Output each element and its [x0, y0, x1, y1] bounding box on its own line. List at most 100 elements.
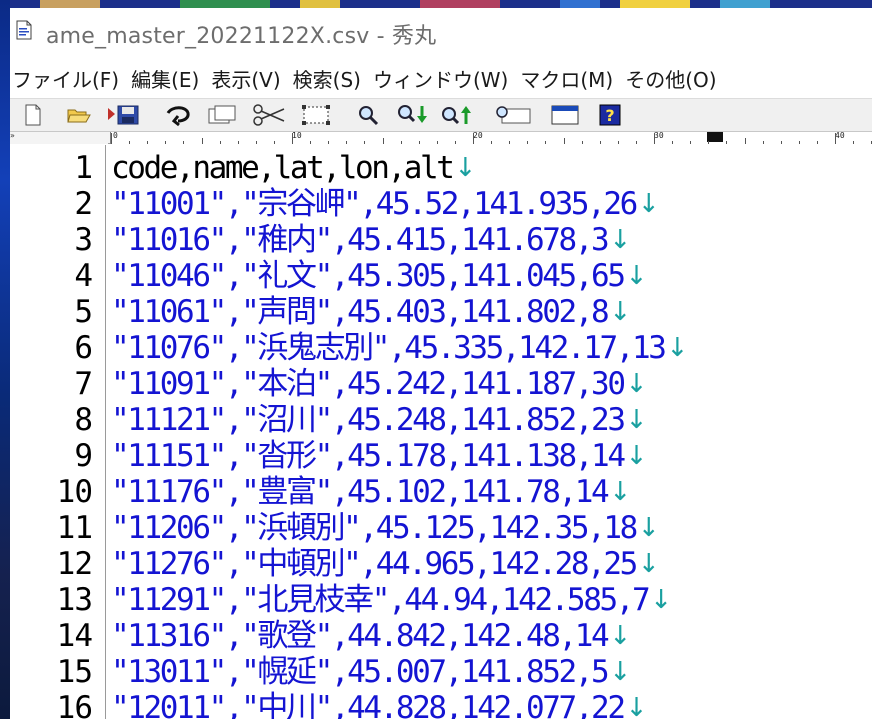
ruler-tick — [762, 141, 764, 144]
new-file-button[interactable] — [22, 103, 44, 127]
end-of-line-mark: ↓ — [609, 477, 632, 507]
ruler-tick — [364, 141, 366, 144]
ruler-cursor-marker — [707, 132, 723, 142]
editor-line[interactable]: 2 "11001","宗谷岬",45.52,141.935,26 ↓ — [10, 186, 872, 222]
end-of-line-mark: ↓ — [609, 621, 632, 651]
ruler-tick — [129, 141, 131, 144]
ruler-tick — [654, 133, 655, 144]
menu-macro[interactable]: マクロ(M) — [516, 62, 617, 96]
end-of-line-mark: ↓ — [637, 189, 660, 219]
ruler-label: 0 — [113, 131, 118, 140]
line-text: "11121","沼川",45.248,141.852,23 — [111, 402, 626, 438]
line-text: "12011","中川",44.828,142.077,22 — [111, 690, 626, 719]
editor-line[interactable]: 13 "11291","北見枝幸",44.94,142.585,7 ↓ — [10, 582, 872, 618]
menu-search[interactable]: 検索(S) — [289, 62, 365, 96]
line-text: "11151","沓形",45.178,141.138,14 — [111, 438, 626, 474]
end-of-line-mark: ↓ — [637, 549, 660, 579]
find-next-button[interactable] — [396, 103, 430, 127]
menu-view[interactable]: 表示(V) — [207, 62, 284, 96]
ruler-tick — [798, 141, 800, 144]
editor-line[interactable]: 1 code,name,lat,lon,alt ↓ — [10, 150, 872, 186]
editor-line[interactable]: 12 "11276","中頓別",44.965,142.28,25 ↓ — [10, 546, 872, 582]
grep-button[interactable] — [494, 103, 534, 127]
ruler-tick — [346, 141, 348, 144]
ruler-label: 10 — [292, 131, 302, 140]
save-button[interactable] — [106, 103, 142, 127]
open-button[interactable] — [66, 103, 92, 127]
line-number: 4 — [74, 258, 93, 294]
ruler-tick — [708, 141, 710, 144]
line-number: 7 — [74, 366, 93, 402]
line-number: 11 — [56, 510, 93, 546]
ruler-tick — [255, 141, 257, 144]
end-of-line-mark: ↓ — [650, 585, 673, 615]
ruler-tick — [509, 141, 511, 144]
find-previous-button[interactable] — [440, 103, 474, 127]
editor-line[interactable]: 10 "11176","豊富",45.102,141.78,14 ↓ — [10, 474, 872, 510]
ruler-tick — [853, 141, 855, 144]
ruler-track[interactable]: 0 10 20 30 40 — [110, 131, 872, 144]
line-number: 1 — [74, 150, 93, 186]
window-button[interactable] — [550, 103, 580, 127]
ruler-gutter-mark: » — [10, 131, 15, 140]
document-icon — [16, 20, 32, 40]
ruler-tick — [545, 141, 547, 144]
line-number: 15 — [56, 654, 93, 690]
line-number: 16 — [56, 690, 93, 719]
copy-icon — [208, 105, 236, 124]
desktop-background-left — [0, 0, 10, 719]
find-button[interactable] — [356, 103, 380, 127]
ruler-tick — [165, 141, 167, 144]
line-number: 14 — [56, 618, 93, 654]
line-text: "11016","稚内",45.415,141.678,3 — [111, 222, 610, 258]
text-editor[interactable]: 1 code,name,lat,lon,alt ↓ 2 "11001","宗谷岬",45… — [10, 145, 872, 719]
menu-edit[interactable]: 編集(E) — [127, 62, 203, 96]
editor-line[interactable]: 4 "11046","礼文",45.305,141.045,65 ↓ — [10, 258, 872, 294]
ruler-tick — [219, 141, 221, 144]
line-text: "11046","礼文",45.305,141.045,65 — [111, 258, 626, 294]
menu-file[interactable]: ファイル(F) — [10, 62, 123, 96]
copy-button[interactable] — [206, 103, 240, 127]
end-of-line-mark: ↓ — [625, 261, 648, 291]
title-bar[interactable]: ame_master_20221122X.csv - 秀丸 — [10, 8, 872, 58]
ruler-tick — [454, 141, 456, 144]
ruler-tick — [491, 141, 493, 144]
editor-line[interactable]: 7 "11091","本泊",45.242,141.187,30 ↓ — [10, 366, 872, 402]
editor-line[interactable]: 11 "11206","浜頓別",45.125,142.35,18 ↓ — [10, 510, 872, 546]
cut-button[interactable] — [250, 103, 288, 127]
ruler-tick — [273, 141, 275, 144]
line-text: "11176","豊富",45.102,141.78,14 — [111, 474, 610, 510]
window-title: ame_master_20221122X.csv - 秀丸 — [46, 24, 437, 49]
undo-icon — [166, 106, 190, 127]
line-number: 8 — [74, 402, 93, 438]
undo-button[interactable] — [164, 103, 194, 127]
line-number: 2 — [74, 186, 93, 222]
help-button[interactable]: ? — [598, 103, 622, 127]
ruler-label: 30 — [654, 131, 664, 140]
find-down-icon — [398, 105, 427, 123]
editor-line[interactable]: 5 "11061","声問",45.403,141.802,8 ↓ — [10, 294, 872, 330]
ruler-tick — [292, 133, 293, 144]
editor-line[interactable]: 16 "12011","中川",44.828,142.077,22 ↓ — [10, 690, 872, 719]
editor-line[interactable]: 3 "11016","稚内",45.415,141.678,3 ↓ — [10, 222, 872, 258]
line-text: "11316","歌登",44.842,142.48,14 — [111, 618, 610, 654]
line-text: "11001","宗谷岬",45.52,141.935,26 — [111, 186, 638, 222]
ruler-tick — [835, 133, 836, 144]
line-text: "11076","浜鬼志別",45.335,142.17,13 — [111, 330, 667, 366]
editor-line[interactable]: 15 "13011","幌延",45.007,141.852,5 ↓ — [10, 654, 872, 690]
end-of-line-mark: ↓ — [609, 297, 632, 327]
editor-line[interactable]: 8 "11121","沼川",45.248,141.852,23 ↓ — [10, 402, 872, 438]
ruler-tick — [382, 138, 384, 144]
editor-line[interactable]: 9 "11151","沓形",45.178,141.138,14 ↓ — [10, 438, 872, 474]
editor-line[interactable]: 14 "11316","歌登",44.842,142.48,14 ↓ — [10, 618, 872, 654]
ruler-tick — [563, 138, 565, 144]
line-number: 12 — [56, 546, 93, 582]
menu-window[interactable]: ウィンドウ(W) — [369, 62, 512, 96]
select-all-button[interactable] — [300, 103, 332, 127]
editor-line[interactable]: 6 "11076","浜鬼志別",45.335,142.17,13 ↓ — [10, 330, 872, 366]
ruler-tick — [672, 141, 674, 144]
menu-other[interactable]: その他(O) — [621, 62, 720, 96]
line-text: "13011","幌延",45.007,141.852,5 — [111, 654, 610, 690]
ruler-tick — [599, 141, 601, 144]
svg-text:?: ? — [605, 106, 614, 125]
